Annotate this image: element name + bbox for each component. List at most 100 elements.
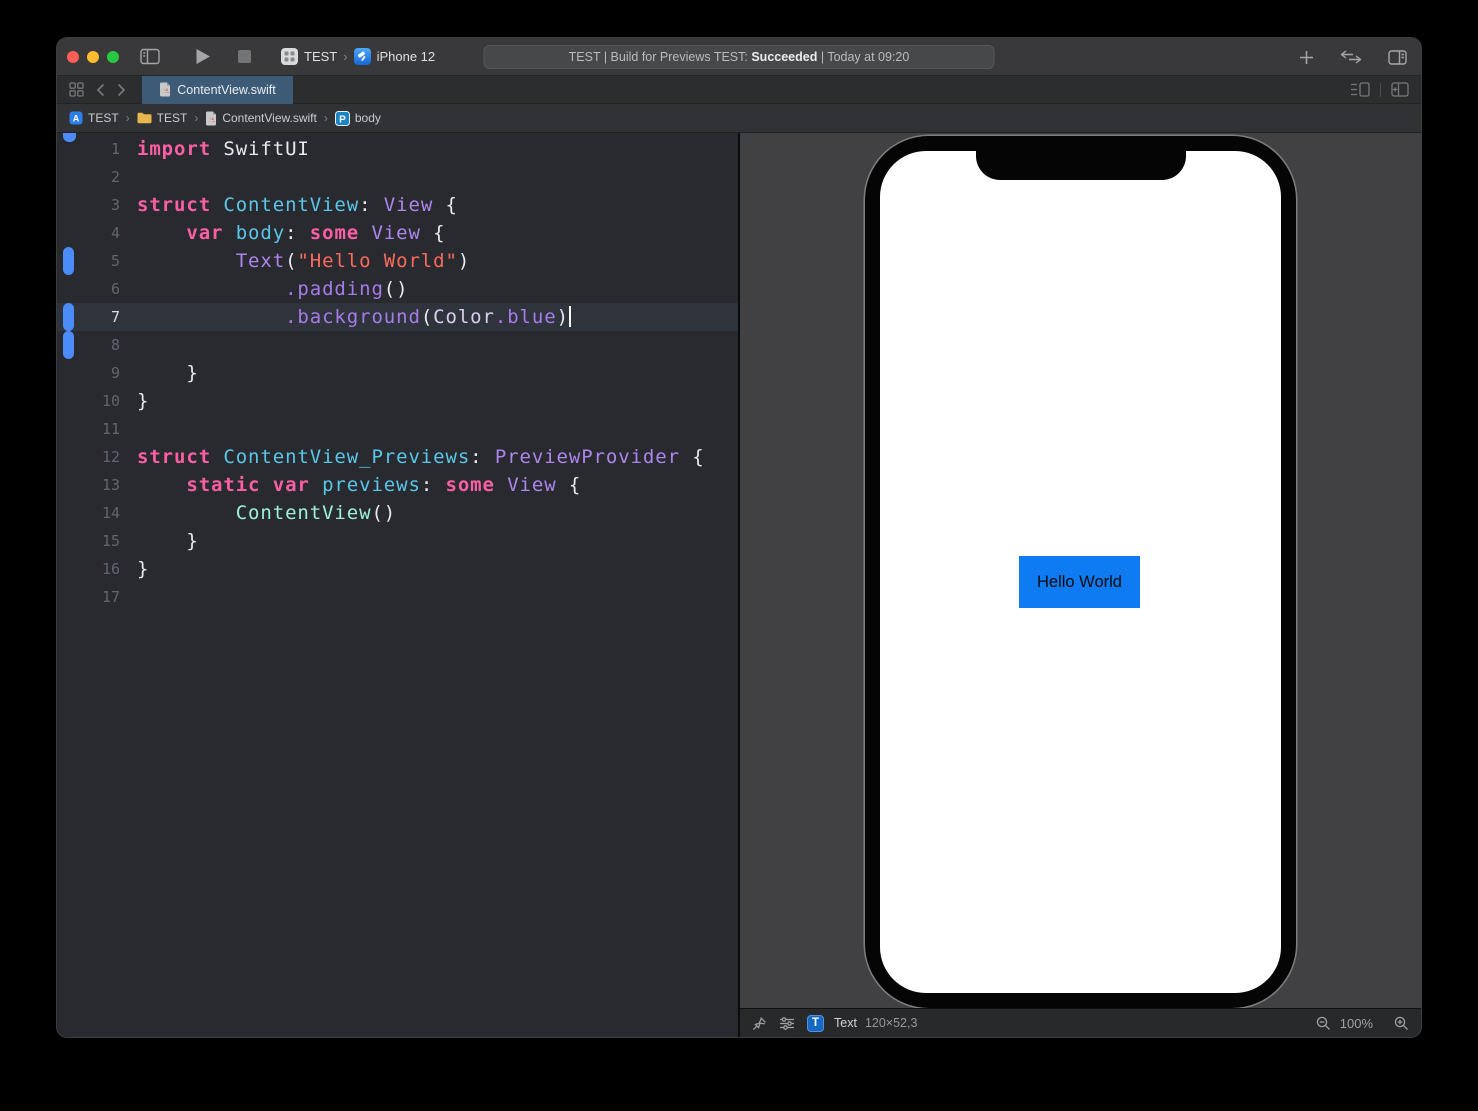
code-line[interactable]: 3 struct ContentView: View { — [57, 191, 738, 219]
line-number[interactable]: 6 — [57, 280, 120, 298]
zoom-out-icon[interactable] — [1316, 1016, 1331, 1031]
related-items-icon[interactable] — [69, 82, 84, 97]
scheme-selector[interactable]: TEST › iPhone 12 — [281, 48, 435, 65]
run-button[interactable] — [195, 48, 211, 65]
code-line[interactable]: 8 — [57, 331, 738, 359]
change-indicator[interactable] — [63, 331, 74, 359]
toolbar: TEST › iPhone 12 TEST | Build for Previe… — [57, 38, 1421, 76]
code-line[interactable]: 16} — [57, 555, 738, 583]
tab-label: ContentView.swift — [177, 82, 276, 97]
code-line[interactable]: 12 struct ContentView_Previews: PreviewPr… — [57, 443, 738, 471]
iphone-screen[interactable]: Hello World — [880, 151, 1281, 993]
code-line[interactable]: 13 static var previews: some View { — [57, 471, 738, 499]
code-text: .background(Color.blue) — [285, 306, 571, 328]
code-lines: 1 import SwiftUI 2 3 struct ContentView: Vie… — [57, 135, 738, 611]
breadcrumb-file[interactable]: ContentView.swift — [205, 111, 317, 126]
swift-file-icon — [159, 82, 171, 97]
code-text: } — [137, 390, 150, 412]
close-window-button[interactable] — [67, 50, 79, 63]
line-number[interactable]: 15 — [57, 532, 120, 550]
app-target-icon — [281, 48, 298, 65]
inspector-toggle-icon[interactable] — [1388, 49, 1407, 65]
code-text: var body: some View { — [186, 222, 446, 244]
code-line[interactable]: 7 .background(Color.blue) — [57, 303, 738, 331]
add-editor-icon[interactable] — [1391, 82, 1409, 97]
back-icon[interactable] — [96, 83, 105, 97]
scheme-target-label: TEST — [304, 49, 338, 64]
code-text: static var previews: some View { — [186, 474, 582, 496]
chevron-right-icon: › — [343, 49, 348, 64]
svg-text:P: P — [339, 114, 346, 125]
change-indicator[interactable] — [63, 303, 74, 331]
preview-canvas[interactable]: Hello World — [740, 133, 1421, 1008]
folder-icon — [137, 112, 152, 124]
code-line[interactable]: 11 — [57, 415, 738, 443]
code-line[interactable]: 2 — [57, 163, 738, 191]
code-line[interactable]: 6 .padding() — [57, 275, 738, 303]
property-icon: P — [334, 110, 350, 126]
pin-preview-icon[interactable] — [752, 1016, 767, 1031]
code-line[interactable]: 1 import SwiftUI — [57, 135, 738, 163]
iphone-notch — [975, 136, 1186, 180]
code-text: } — [137, 530, 199, 552]
chevron-right-icon: › — [194, 111, 199, 125]
line-number[interactable]: 2 — [57, 168, 120, 186]
forward-icon[interactable] — [117, 83, 126, 97]
divider — [1380, 82, 1381, 97]
line-number[interactable]: 1 — [57, 140, 120, 158]
line-number[interactable]: 13 — [57, 476, 120, 494]
selected-view-size: 120×52,3 — [864, 1016, 918, 1030]
zoom-level[interactable]: 100% — [1340, 1016, 1373, 1031]
text-view-type-icon: T — [807, 1014, 824, 1032]
code-line[interactable]: 14 ContentView() — [57, 499, 738, 527]
code-line[interactable]: 10} — [57, 387, 738, 415]
build-status: Succeeded — [751, 50, 818, 64]
swift-file-icon — [205, 111, 217, 126]
line-number[interactable]: 12 — [57, 448, 120, 466]
line-number[interactable]: 11 — [57, 420, 120, 438]
tab-bar: ContentView.swift — [57, 75, 1421, 104]
hello-world-text-view[interactable]: Hello World — [1019, 556, 1140, 608]
change-indicator[interactable] — [63, 247, 74, 275]
jump-bar: A TEST › TEST › ContentView.swift › P bo… — [57, 104, 1421, 133]
line-number[interactable]: 16 — [57, 560, 120, 578]
line-number[interactable]: 9 — [57, 364, 120, 382]
toggle-navigator-icon[interactable] — [140, 48, 160, 65]
editor-options-icon[interactable] — [1350, 82, 1370, 97]
xcode-window: TEST › iPhone 12 TEST | Build for Previe… — [57, 38, 1421, 1037]
code-text: ContentView() — [235, 502, 397, 524]
chevron-right-icon: › — [323, 111, 328, 125]
code-line[interactable]: 15 } — [57, 527, 738, 555]
tab-contentview-swift[interactable]: ContentView.swift — [142, 75, 293, 104]
line-number[interactable]: 14 — [57, 504, 120, 522]
code-line[interactable]: 9 } — [57, 359, 738, 387]
breadcrumb-symbol[interactable]: P body — [334, 110, 381, 126]
zoom-in-icon[interactable] — [1394, 1016, 1409, 1031]
code-review-icon[interactable] — [1340, 50, 1362, 64]
minimize-window-button[interactable] — [87, 50, 99, 63]
iphone-device-frame: Hello World — [865, 136, 1296, 1008]
stop-button[interactable] — [238, 50, 251, 63]
line-number[interactable]: 10 — [57, 392, 120, 410]
zoom-window-button[interactable] — [107, 50, 119, 63]
code-line[interactable]: 5 Text("Hello World") — [57, 247, 738, 275]
code-line[interactable]: 4 var body: some View { — [57, 219, 738, 247]
preview-settings-icon[interactable] — [779, 1016, 795, 1030]
preview-toolbar: T Text 120×52,3 100% — [740, 1008, 1421, 1037]
project-icon: A — [69, 111, 83, 125]
breadcrumb-project[interactable]: A TEST — [69, 111, 119, 125]
code-line[interactable]: 17 — [57, 583, 738, 611]
line-number[interactable]: 3 — [57, 196, 120, 214]
line-number[interactable]: 4 — [57, 224, 120, 242]
library-plus-icon[interactable] — [1299, 50, 1314, 65]
source-editor[interactable]: 1 import SwiftUI 2 3 struct ContentView: Vie… — [57, 133, 738, 1037]
window-controls — [57, 50, 119, 63]
line-number[interactable]: 17 — [57, 588, 120, 606]
activity-status-bar[interactable]: TEST | Build for Previews TEST: Succeede… — [483, 45, 995, 69]
run-destination-icon — [353, 48, 371, 65]
code-text: import SwiftUI — [137, 138, 310, 160]
chevron-right-icon: › — [125, 111, 130, 125]
preview-pane: Hello World T Text 120×52,3 100% — [740, 133, 1421, 1037]
breadcrumb-group[interactable]: TEST — [137, 111, 187, 125]
code-text: struct ContentView_Previews: PreviewProv… — [137, 446, 705, 468]
